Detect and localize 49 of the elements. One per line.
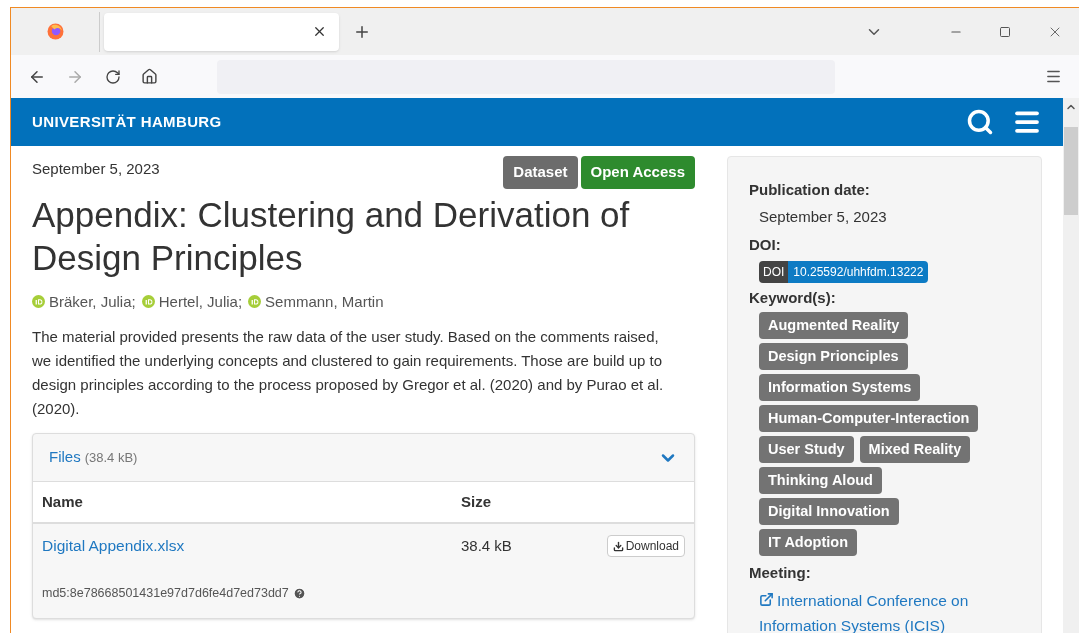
record-date: September 5, 2023 xyxy=(32,159,160,179)
field-label: DOI: xyxy=(749,235,782,255)
column-header: Size xyxy=(461,491,491,512)
external-link-icon xyxy=(759,591,774,607)
files-size: (38.4 kB) xyxy=(84,448,138,467)
field-label: Publication date: xyxy=(749,180,871,200)
keyword-tag[interactable]: Mixed Reality xyxy=(859,436,971,463)
close-icon[interactable] xyxy=(312,24,327,39)
reload-icon[interactable] xyxy=(105,68,121,85)
field-label: Keyword(s): xyxy=(749,287,837,308)
field-label: Meeting: xyxy=(749,563,812,583)
site-logo[interactable]: UNIVERSITÄT HAMBURG xyxy=(32,110,222,134)
menu-icon[interactable] xyxy=(1045,68,1062,85)
keyword-tag[interactable]: Digital Innovation xyxy=(759,498,899,525)
file-size: 38.4 kB xyxy=(461,535,512,556)
doi-badge-label: DOI xyxy=(759,260,789,283)
files-title[interactable]: Files xyxy=(49,446,81,469)
browser-logo-icon[interactable] xyxy=(46,23,64,40)
publication-date: September 5, 2023 xyxy=(759,206,888,227)
keyword-tag[interactable]: User Study xyxy=(759,436,854,463)
author-link[interactable]: Semmann, Martin xyxy=(265,290,384,313)
help-icon[interactable] xyxy=(292,586,306,600)
home-icon[interactable] xyxy=(141,68,158,85)
keyword-tag[interactable]: IT Adoption xyxy=(759,529,857,556)
orcid-icon xyxy=(141,295,155,309)
doi-link[interactable]: 10.25592/uhhfdm.13222 xyxy=(788,260,929,283)
search-icon[interactable] xyxy=(966,108,994,136)
orcid-icon xyxy=(32,295,45,309)
scrollbar[interactable] xyxy=(1063,98,1079,633)
maximize-icon[interactable] xyxy=(999,25,1011,38)
orcid-icon xyxy=(248,295,262,309)
keyword-tag[interactable]: Augmented Reality xyxy=(759,312,909,339)
type-badge: Dataset xyxy=(503,156,578,189)
checksum-text: md5:8e78668501431e97d7d6fe4d7ed73dd7 xyxy=(42,584,289,602)
keyword-tag[interactable]: Design Prionciples xyxy=(759,343,908,370)
author-link[interactable]: Bräker, Julia; xyxy=(49,290,136,313)
meeting-link[interactable]: International Conference on Information Systems (ICIS) xyxy=(759,587,999,633)
record-description: The material provided presents the raw data of the user study. Based on the comments raised, we identified the underlying concepts and clustered to gain requirements. Those are build up to design principles according to the process proposed by Gregor et al. (2020) and by Purao et al. (2020). xyxy=(32,327,665,419)
file-link[interactable]: Digital Appendix.xlsx xyxy=(42,534,461,558)
record-title: Appendix: Clustering and Derivation of Design Principles xyxy=(32,193,631,279)
keyword-tag[interactable]: Human-Computer-Interaction xyxy=(759,405,979,432)
type-badge: Open Access xyxy=(580,156,695,189)
author-link[interactable]: Hertel, Julia; xyxy=(158,290,243,313)
download-icon xyxy=(612,540,624,552)
scrollbar-thumb[interactable] xyxy=(1064,127,1078,215)
keyword-tag[interactable]: Thinking Aloud xyxy=(759,467,882,494)
column-header: Name xyxy=(42,491,84,512)
download-button[interactable]: Download xyxy=(606,535,685,557)
keyword-tag[interactable]: Information Systems xyxy=(759,374,921,401)
